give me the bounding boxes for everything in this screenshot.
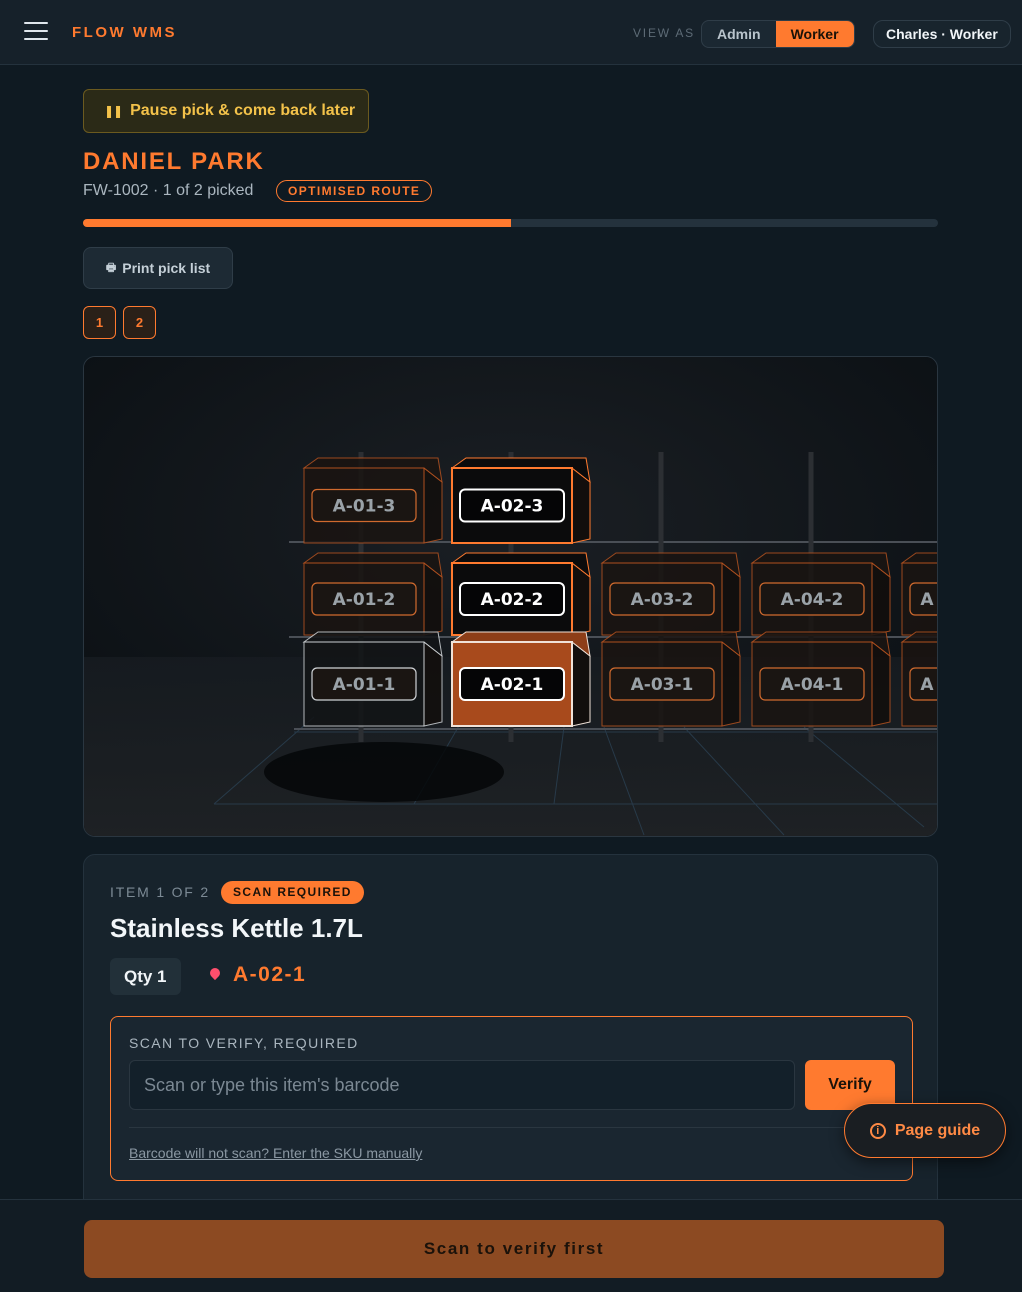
route-badge: OPTIMISED ROUTE <box>276 180 433 202</box>
rack-scene-svg: A-01-3 A-02-3 A-01-2 A-02-2 A-03-2 A-04-2 A A-0… <box>84 357 938 836</box>
bin-A[interactable]: A <box>900 552 938 636</box>
view-as-label: VIEW AS <box>633 26 695 40</box>
bin-A-01-3[interactable]: A-01-3 <box>302 457 443 544</box>
order-meta: FW-1002 · 1 of 2 picked <box>83 182 254 199</box>
bin-label: A-04-2 <box>781 590 844 610</box>
pick-progress-bar <box>83 219 938 227</box>
menu-icon[interactable] <box>24 22 48 42</box>
page-guide-label: Page guide <box>894 1121 981 1139</box>
view-worker-option[interactable]: Worker <box>775 21 854 47</box>
brand-logo[interactable]: FLOW WMS <box>72 24 177 41</box>
bin-label: A-02-3 <box>481 497 544 517</box>
scan-verify-panel: SCAN TO VERIFY, REQUIRED Verify Barcode … <box>110 1016 913 1181</box>
bin-label: A-02-2 <box>481 590 544 610</box>
item-title: Stainless Kettle 1.7L <box>110 913 363 943</box>
bin-A-01-2[interactable]: A-01-2 <box>302 552 443 636</box>
print-pick-list-button[interactable]: 🖶 Print pick list <box>83 247 233 289</box>
printer-icon: 🖶 <box>105 261 117 274</box>
info-icon: i <box>869 1122 886 1139</box>
bin-A-02-2[interactable]: A-02-2 <box>450 552 591 636</box>
step-2-button[interactable]: 2 <box>123 306 156 339</box>
rack-3d-view[interactable]: A-01-3 A-02-3 A-01-2 A-02-2 A-03-2 A-04-2 A A-0… <box>83 356 938 837</box>
pause-pick-label: Pause pick & come back later <box>130 102 356 119</box>
step-selector: 1 2 <box>83 306 156 339</box>
bin-label: A-01-2 <box>333 590 396 610</box>
bin-label: A <box>920 590 934 610</box>
barcode-input[interactable] <box>129 1060 795 1110</box>
bin-A-04-1[interactable]: A-04-1 <box>750 631 891 727</box>
step-1-button[interactable]: 1 <box>83 306 116 339</box>
view-admin-option[interactable]: Admin <box>702 21 776 47</box>
bin-A[interactable]: A <box>900 631 938 727</box>
bin-label: A-01-3 <box>333 497 396 517</box>
location-code: A-02-1 <box>233 963 307 986</box>
bin-A-01-1[interactable]: A-01-1 <box>302 631 443 727</box>
bin-A-02-1[interactable]: A-02-1 <box>450 631 591 727</box>
quantity-chip: Qty 1 <box>110 958 181 995</box>
user-chip[interactable]: Charles · Worker <box>873 20 1011 48</box>
bin-label: A-01-1 <box>333 675 396 695</box>
bin-A-03-1[interactable]: A-03-1 <box>600 631 741 727</box>
manual-sku-link[interactable]: Barcode will not scan? Enter the SKU man… <box>129 1145 422 1161</box>
pause-pick-button[interactable]: ❚❚ Pause pick & come back later <box>83 89 369 133</box>
bin-label: A-04-1 <box>781 675 844 695</box>
item-card: ITEM 1 OF 2 SCAN REQUIRED Stainless Kett… <box>83 854 938 1214</box>
bin-label: A-03-1 <box>631 675 694 695</box>
bin-label: A-02-1 <box>481 675 544 695</box>
bin-label: A <box>920 675 934 695</box>
pause-icon: ❚❚ <box>104 104 123 118</box>
confirm-pick-button[interactable]: Scan to verify first <box>84 1220 944 1278</box>
page-guide-button[interactable]: i Page guide <box>844 1103 1006 1158</box>
print-pick-list-label: Print pick list <box>122 260 211 276</box>
location-pin-icon <box>207 965 223 981</box>
scan-required-badge: SCAN REQUIRED <box>221 881 364 904</box>
footer-bar: Scan to verify first <box>0 1199 1022 1292</box>
verify-label: SCAN TO VERIFY, REQUIRED <box>129 1035 359 1051</box>
customer-name: DANIEL PARK <box>83 148 265 175</box>
view-as-toggle: Admin Worker <box>701 20 855 48</box>
item-location: A-02-1 <box>207 963 307 987</box>
bin-A-04-2[interactable]: A-04-2 <box>750 552 891 636</box>
bin-A-03-2[interactable]: A-03-2 <box>600 552 741 636</box>
pick-progress-fill <box>83 219 511 227</box>
bin-A-02-3[interactable]: A-02-3 <box>450 457 591 544</box>
divider <box>129 1127 894 1128</box>
item-counter: ITEM 1 OF 2 <box>110 884 210 900</box>
bin-label: A-03-2 <box>631 590 694 610</box>
top-bar: FLOW WMS VIEW AS Admin Worker Charles · … <box>0 0 1022 65</box>
